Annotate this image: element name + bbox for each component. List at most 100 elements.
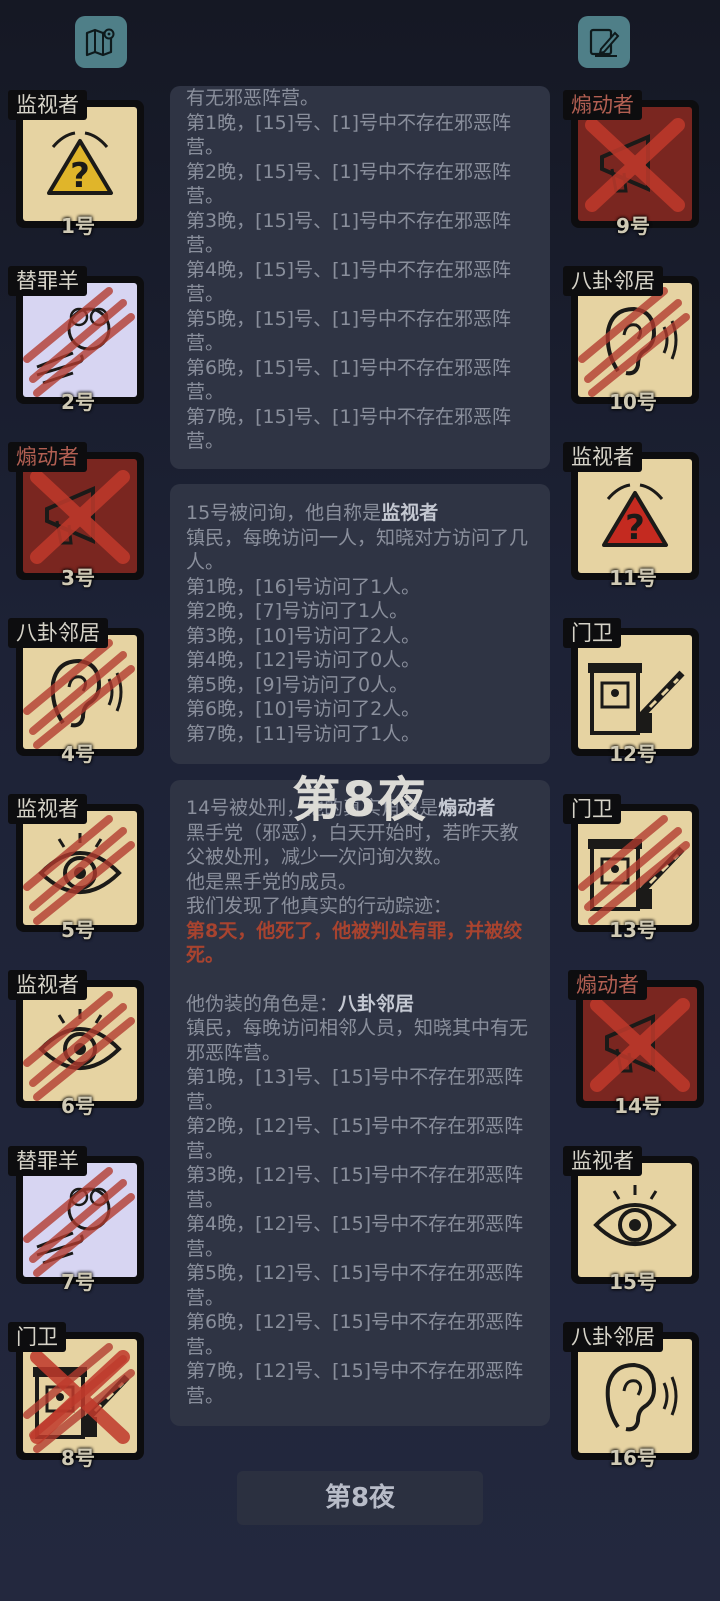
role-tag: 门卫 (8, 1322, 66, 1352)
role-tag: 门卫 (563, 618, 621, 648)
role-description: 镇民，每晚访问相邻人员，知晓其中有无邪恶阵营。 (186, 1017, 529, 1064)
role-art (23, 635, 137, 749)
player-number: 1号 (61, 214, 95, 238)
role-art: ? (578, 459, 692, 573)
role-tag: 监视者 (563, 442, 642, 472)
player-seat[interactable]: 替罪羊 2号 (8, 266, 148, 418)
map-button[interactable] (75, 16, 127, 68)
player-number: 14号 (614, 1094, 662, 1118)
horn-icon (45, 485, 95, 545)
log-line: 第4晚，[15]号、[1]号中不存在邪恶阵营。 (186, 258, 512, 306)
role-art (578, 1163, 692, 1277)
map-icon (85, 28, 115, 57)
role-tag: 八卦邻居 (8, 618, 108, 648)
trace-label: 我们发现了他真实的行动踪迹： (186, 895, 453, 917)
role-art (578, 107, 692, 221)
role-tag: 监视者 (8, 794, 87, 824)
role-art (578, 635, 692, 749)
log-line: 第4晚，[12]号访问了0人。 (186, 649, 421, 671)
log-line: 第2晚，[7]号访问了1人。 (186, 600, 409, 622)
player-seat[interactable]: 煽动者 14号 (568, 970, 708, 1122)
player-number: 3号 (61, 566, 95, 590)
log-line: 第7晚，[15]号、[1]号中不存在邪恶阵营。 (186, 405, 512, 453)
log-line: 第7晚，[11]号访问了1人。 (186, 722, 421, 745)
player-number: 2号 (61, 390, 95, 414)
log-line: 第7晚，[12]号、[15]号中不存在邪恶阵营。 (186, 1360, 524, 1407)
sheep-hand-icon (36, 1187, 111, 1265)
eye-icon (38, 1009, 122, 1070)
player-seat[interactable]: 门卫 13号 (563, 794, 703, 946)
player-seat[interactable]: 八卦邻居 16号 (563, 1322, 703, 1474)
horn-icon (600, 133, 650, 193)
role-tag: 监视者 (8, 970, 87, 1000)
eye-icon (38, 833, 122, 894)
gate-booth-icon (588, 663, 685, 735)
player-number: 5号 (61, 918, 95, 942)
log-line: 第6晚，[15]号、[1]号中不存在邪恶阵营。 (186, 356, 512, 404)
role-tag: 监视者 (8, 90, 87, 120)
role-tag: 煽动者 (563, 90, 642, 120)
night-button[interactable]: 第8夜 (237, 1471, 483, 1525)
player-seat[interactable]: 监视者 15号 (563, 1146, 703, 1298)
player-number: 10号 (609, 390, 657, 414)
role-description: 镇民，每晚访问一人，知晓对方访问了几人。 (186, 526, 529, 574)
faction-note: 他是黑手党的成员。 (186, 870, 358, 893)
player-seat[interactable]: 替罪羊 7号 (8, 1146, 148, 1298)
player-seat[interactable]: 监视者 5号 (8, 794, 148, 946)
role-tag: 替罪羊 (8, 1146, 87, 1176)
log-line: 第4晚，[12]号、[15]号中不存在邪恶阵营。 (186, 1213, 524, 1260)
log-lines: 第1晚，[13]号、[15]号中不存在邪恶阵营。 第2晚，[12]号、[15]号中… (186, 1065, 534, 1408)
ear-icon (50, 658, 123, 728)
log-text: 有无邪恶阵营。 (186, 87, 320, 109)
log-panel-2[interactable]: 15号被问询，他自称是监视者 镇民，每晚访问一人，知晓对方访问了几人。 第1晚，… (170, 484, 550, 764)
role-art (23, 811, 137, 925)
gate-booth-icon (588, 839, 685, 911)
log-line: 第5晚，[15]号、[1]号中不存在邪恶阵营。 (186, 307, 512, 355)
player-seat[interactable]: 煽动者 9号 (563, 90, 703, 242)
role-art (583, 987, 697, 1101)
player-seat[interactable]: 八卦邻居 4号 (8, 618, 148, 770)
player-seat[interactable]: 八卦邻居 10号 (563, 266, 703, 418)
claimed-role: 监视者 (381, 502, 439, 524)
log-line: 第3晚，[12]号、[15]号中不存在邪恶阵营。 (186, 1164, 524, 1211)
role-art (23, 1163, 137, 1277)
player-seat[interactable]: ? 监视者 11号 (563, 442, 703, 594)
ear-icon (605, 1362, 678, 1432)
game-screen: ? 监视者 1号 替罪羊 2号 煽动者 3号 八卦邻居 4号 监视者 5号 监视者 6号 替罪羊 7号 门卫 8… (0, 0, 720, 1601)
log-line: 第2晚，[15]号、[1]号中不存在邪恶阵营。 (186, 160, 512, 208)
player-seat[interactable]: ? 监视者 1号 (8, 90, 148, 242)
role-art (578, 283, 692, 397)
player-number: 4号 (61, 742, 95, 766)
player-seat[interactable]: 门卫 8号 (8, 1322, 148, 1474)
role-tag: 替罪羊 (8, 266, 87, 296)
log-text: 15号被问询，他自称是监视者 (186, 502, 439, 524)
disguise-text: 他伪装的角色是：八卦邻居 (186, 992, 415, 1015)
role-art (23, 459, 137, 573)
role-tag: 煽动者 (8, 442, 87, 472)
log-panel-3[interactable]: 14号被处刑，他的真实角色是煽动者 黑手党（邪恶），白天开始时，若昨天教父被处刑… (170, 780, 550, 1426)
role-art: ? (23, 107, 137, 221)
notes-pen-icon (589, 28, 620, 57)
log-line: 第2晚，[12]号、[15]号中不存在邪恶阵营。 (186, 1115, 524, 1162)
warning-triangle-icon: ? (47, 131, 113, 196)
role-art (23, 987, 137, 1101)
svg-text:?: ? (70, 156, 90, 196)
log-panel-1[interactable]: 有无邪恶阵营。 第1晚，[15]号、[1]号中不存在邪恶阵营。 第2晚，[15]号… (170, 86, 550, 469)
player-number: 16号 (609, 1446, 657, 1470)
role-art (578, 811, 692, 925)
player-number: 7号 (61, 1270, 95, 1294)
log-line: 第3晚，[10]号访问了2人。 (186, 624, 421, 647)
eye-icon (593, 1185, 677, 1246)
log-lines: 第1晚，[16]号访问了1人。 第2晚，[7]号访问了1人。 第3晚，[10]号访问… (186, 575, 534, 747)
night-title: 第8夜 (292, 772, 428, 828)
log-line: 第5晚，[12]号、[15]号中不存在邪恶阵营。 (186, 1262, 524, 1309)
role-tag: 煽动者 (568, 970, 647, 1000)
player-number: 12号 (609, 742, 657, 766)
player-seat[interactable]: 煽动者 3号 (8, 442, 148, 594)
role-tag: 八卦邻居 (563, 1322, 663, 1352)
player-number: 6号 (61, 1094, 95, 1118)
notes-button[interactable] (578, 16, 630, 68)
player-seat[interactable]: 监视者 6号 (8, 970, 148, 1122)
player-seat[interactable]: 门卫 12号 (563, 618, 703, 770)
role-tag: 门卫 (563, 794, 621, 824)
